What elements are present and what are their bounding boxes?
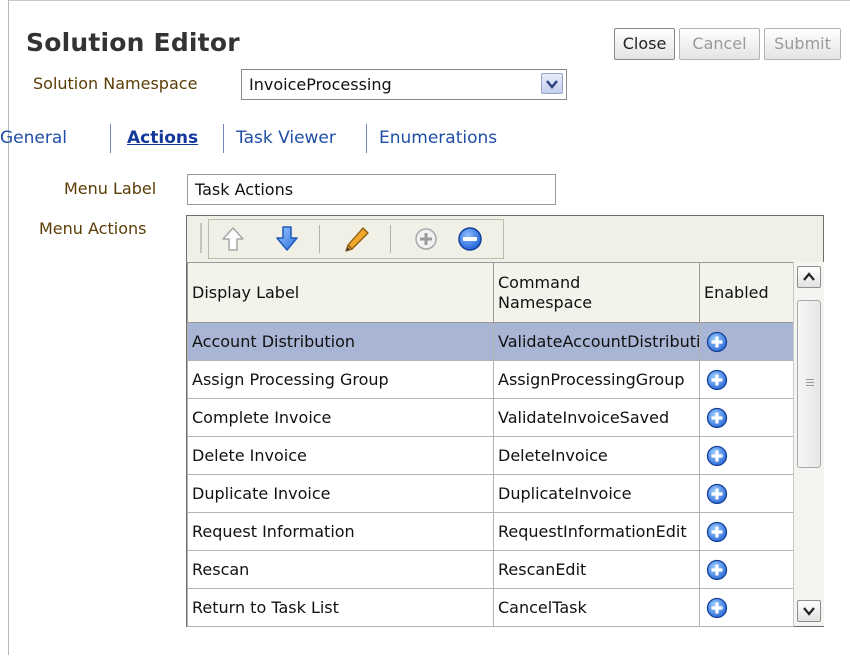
table-row[interactable]: Complete Invoice ValidateInvoiceSaved — [187, 398, 794, 437]
column-header-enabled[interactable]: Enabled — [699, 262, 794, 323]
table-row[interactable]: Assign Processing Group AssignProcessingG… — [187, 360, 794, 399]
solution-namespace-value: InvoiceProcessing — [249, 75, 392, 94]
menu-label-input[interactable]: Task Actions — [187, 174, 556, 205]
column-header-command-namespace[interactable]: Command Namespace — [493, 262, 700, 323]
toolbar-separator — [390, 225, 391, 253]
vertical-scrollbar[interactable] — [793, 262, 824, 626]
enabled-plus-icon[interactable] — [706, 331, 728, 353]
column-header-namespace-line: Namespace — [498, 292, 593, 312]
scroll-down-icon[interactable] — [797, 600, 821, 622]
move-up-icon[interactable] — [218, 224, 248, 254]
display-label-cell[interactable]: Request Information — [187, 512, 494, 551]
display-label-cell[interactable]: Duplicate Invoice — [187, 474, 494, 513]
enabled-cell[interactable] — [699, 474, 794, 513]
table-row[interactable]: Delete Invoice DeleteInvoice — [187, 436, 794, 475]
table-row[interactable]: Request Information RequestInformationEdi… — [187, 512, 794, 551]
tab-separator — [223, 124, 224, 153]
enabled-plus-icon[interactable] — [706, 521, 728, 543]
add-icon[interactable] — [411, 224, 441, 254]
enabled-cell[interactable] — [699, 512, 794, 551]
command-namespace-cell[interactable]: CancelTask — [493, 588, 700, 627]
display-label-cell[interactable]: Account Distribution — [187, 322, 494, 361]
command-namespace-cell[interactable]: DeleteInvoice — [493, 436, 700, 475]
move-down-icon[interactable] — [272, 224, 302, 254]
enabled-cell[interactable] — [699, 436, 794, 475]
enabled-plus-icon[interactable] — [706, 597, 728, 619]
table-row[interactable]: Account Distribution ValidateAccountDistr… — [187, 322, 794, 361]
display-label-cell[interactable]: Assign Processing Group — [187, 360, 494, 399]
display-label-cell[interactable]: Rescan — [187, 550, 494, 589]
command-namespace-cell[interactable]: DuplicateInvoice — [493, 474, 700, 513]
page-title: Solution Editor — [26, 28, 240, 57]
toolbar-separator — [319, 225, 320, 253]
enabled-cell[interactable] — [699, 398, 794, 437]
command-namespace-cell[interactable]: RescanEdit — [493, 550, 700, 589]
command-namespace-cell[interactable]: AssignProcessingGroup — [493, 360, 700, 399]
enabled-plus-icon[interactable] — [706, 483, 728, 505]
tab-separator — [366, 124, 367, 153]
tab-separator — [110, 124, 111, 153]
table-row[interactable]: Duplicate Invoice DuplicateInvoice — [187, 474, 794, 513]
table-row[interactable]: Return to Task List CancelTask — [187, 588, 794, 627]
window-frame-top — [8, 0, 850, 1]
remove-icon[interactable] — [455, 224, 485, 254]
scrollbar-thumb[interactable] — [797, 300, 821, 468]
table-row[interactable]: Rescan RescanEdit — [187, 550, 794, 589]
command-namespace-cell[interactable]: ValidateAccountDistribution — [493, 322, 700, 361]
menu-actions-table: Display Label Command Namespace Enabled … — [187, 262, 794, 627]
enabled-plus-icon[interactable] — [706, 445, 728, 467]
cancel-button[interactable]: Cancel — [679, 28, 760, 60]
enabled-cell[interactable] — [699, 588, 794, 627]
scroll-up-icon[interactable] — [797, 266, 821, 288]
display-label-cell[interactable]: Delete Invoice — [187, 436, 494, 475]
scrollbar-grip — [806, 379, 814, 387]
display-label-cell[interactable]: Return to Task List — [187, 588, 494, 627]
enabled-cell[interactable] — [699, 322, 794, 361]
tab-actions[interactable]: Actions — [127, 128, 198, 148]
toolbar-grip — [200, 223, 202, 253]
tab-task-viewer[interactable]: Task Viewer — [236, 128, 336, 148]
display-label-cell[interactable]: Complete Invoice — [187, 398, 494, 437]
submit-button[interactable]: Submit — [764, 28, 841, 60]
enabled-cell[interactable] — [699, 550, 794, 589]
solution-namespace-select[interactable]: InvoiceProcessing — [241, 69, 567, 100]
window-frame-left — [8, 0, 9, 655]
table-header-row: Display Label Command Namespace Enabled — [187, 262, 794, 323]
enabled-plus-icon[interactable] — [706, 559, 728, 581]
chevron-down-icon[interactable] — [541, 73, 563, 94]
close-button[interactable]: Close — [614, 28, 675, 60]
grid-toolbar — [187, 216, 823, 263]
enabled-plus-icon[interactable] — [706, 369, 728, 391]
menu-actions-label: Menu Actions — [39, 219, 147, 238]
column-header-display-label[interactable]: Display Label — [187, 262, 494, 323]
enabled-cell[interactable] — [699, 360, 794, 399]
enabled-plus-icon[interactable] — [706, 407, 728, 429]
command-namespace-cell[interactable]: RequestInformationEdit — [493, 512, 700, 551]
column-header-command-line: Command — [498, 272, 581, 292]
solution-namespace-label: Solution Namespace — [33, 74, 198, 93]
edit-pencil-icon[interactable] — [341, 224, 371, 254]
tab-enumerations[interactable]: Enumerations — [379, 128, 497, 148]
command-namespace-cell[interactable]: ValidateInvoiceSaved — [493, 398, 700, 437]
menu-label-label: Menu Label — [64, 179, 157, 198]
menu-actions-grid: Display Label Command Namespace Enabled … — [186, 215, 824, 627]
tab-general[interactable]: General — [0, 128, 67, 148]
